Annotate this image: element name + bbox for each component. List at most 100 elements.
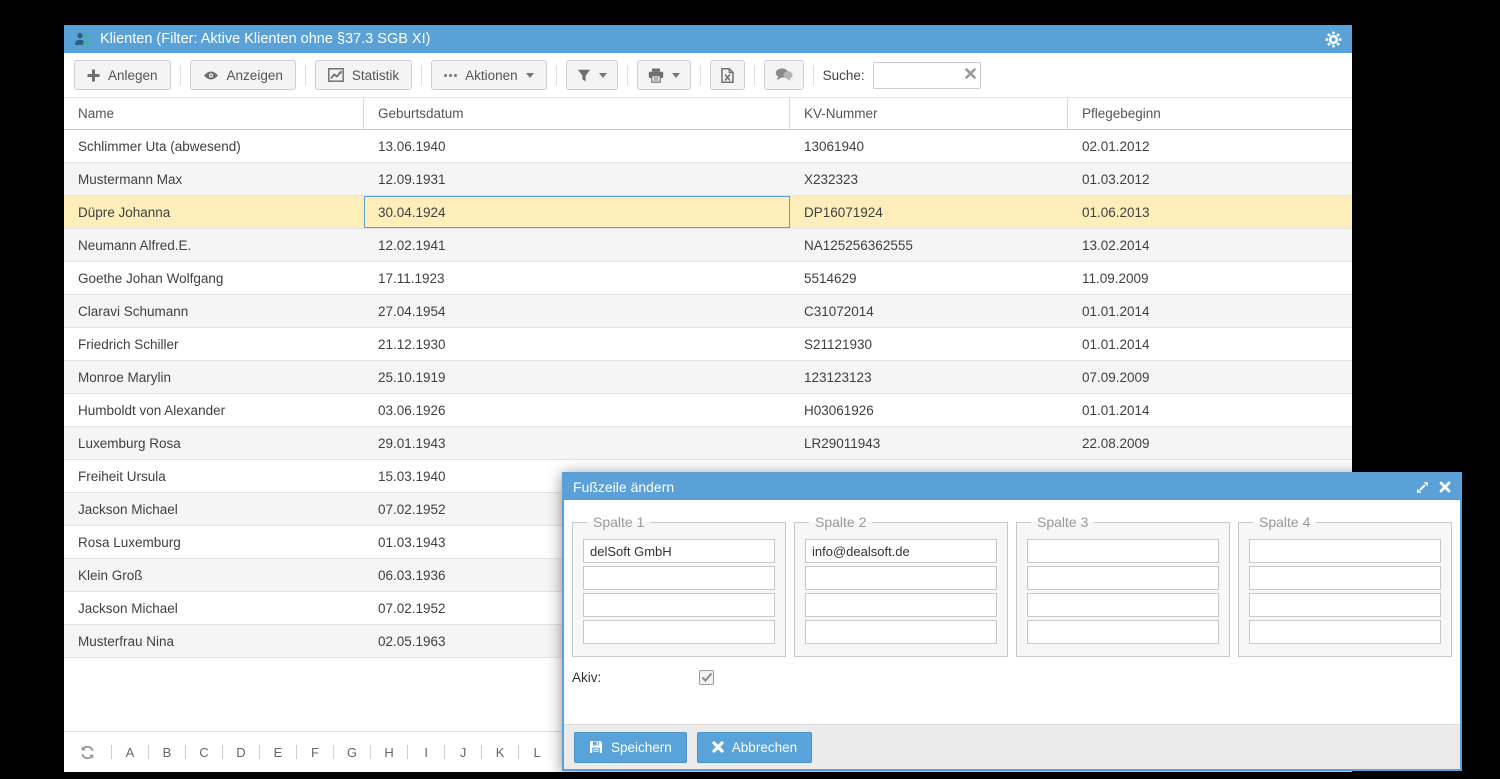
spalte2-zeile4-input[interactable] [805, 620, 997, 644]
spalte4-zeile3-input[interactable] [1249, 593, 1441, 617]
print-button[interactable] [637, 60, 691, 90]
spalte2-zeile1-input[interactable] [805, 539, 997, 563]
spalte1-zeile3-input[interactable] [583, 593, 775, 617]
cell-geburtsdatum[interactable]: 27.04.1954 [364, 295, 790, 327]
cell-kv[interactable]: DP16071924 [790, 196, 1068, 228]
cell-name[interactable]: Musterfrau Nina [64, 625, 364, 657]
cell-pflegebeginn[interactable]: 01.03.2012 [1068, 163, 1352, 195]
spalte3-zeile1-input[interactable] [1027, 539, 1219, 563]
table-row[interactable]: Neumann Alfred.E.12.02.1941NA12525636255… [64, 229, 1352, 262]
cell-kv[interactable]: 5514629 [790, 262, 1068, 294]
spalte3-zeile2-input[interactable] [1027, 566, 1219, 590]
cell-pflegebeginn[interactable]: 11.09.2009 [1068, 262, 1352, 294]
cell-name[interactable]: Düpre Johanna [64, 196, 364, 228]
column-header-pflegebeginn[interactable]: Pflegebeginn [1068, 98, 1352, 129]
expand-icon[interactable] [1416, 481, 1429, 494]
spalte4-zeile2-input[interactable] [1249, 566, 1441, 590]
cell-kv[interactable]: NA125256362555 [790, 229, 1068, 261]
export-button[interactable] [710, 60, 745, 90]
cell-name[interactable]: Claravi Schumann [64, 295, 364, 327]
cell-name[interactable]: Jackson Michael [64, 493, 364, 525]
table-row[interactable]: Luxemburg Rosa29.01.1943LR2901194322.08.… [64, 427, 1352, 460]
spalte2-zeile3-input[interactable] [805, 593, 997, 617]
gear-icon[interactable] [1325, 31, 1342, 48]
cell-geburtsdatum[interactable]: 30.04.1924 [364, 196, 790, 228]
letter-filter-G[interactable]: G [347, 745, 357, 760]
letter-filter-J[interactable]: J [458, 745, 468, 760]
table-row[interactable]: Schlimmer Uta (abwesend)13.06.1940130619… [64, 130, 1352, 163]
cell-kv[interactable]: S21121930 [790, 328, 1068, 360]
cell-pflegebeginn[interactable]: 07.09.2009 [1068, 361, 1352, 393]
table-row[interactable]: Goethe Johan Wolfgang17.11.1923551462911… [64, 262, 1352, 295]
cell-name[interactable]: Neumann Alfred.E. [64, 229, 364, 261]
cell-pflegebeginn[interactable]: 01.06.2013 [1068, 196, 1352, 228]
cell-pflegebeginn[interactable]: 02.01.2012 [1068, 130, 1352, 162]
speichern-button[interactable]: Speichern [574, 732, 687, 763]
letter-filter-F[interactable]: F [310, 745, 320, 760]
letter-filter-A[interactable]: A [125, 745, 135, 760]
cell-name[interactable]: Jackson Michael [64, 592, 364, 624]
cell-pflegebeginn[interactable]: 22.08.2009 [1068, 427, 1352, 459]
column-header-kv-nummer[interactable]: KV-Nummer [790, 98, 1068, 129]
cell-name[interactable]: Monroe Marylin [64, 361, 364, 393]
cell-name[interactable]: Friedrich Schiller [64, 328, 364, 360]
spalte1-zeile4-input[interactable] [583, 620, 775, 644]
letter-filter-I[interactable]: I [421, 745, 431, 760]
letter-filter-C[interactable]: C [199, 745, 209, 760]
cell-name[interactable]: Humboldt von Alexander [64, 394, 364, 426]
table-row[interactable]: Humboldt von Alexander03.06.1926H0306192… [64, 394, 1352, 427]
cell-geburtsdatum[interactable]: 12.09.1931 [364, 163, 790, 195]
cell-pflegebeginn[interactable]: 01.01.2014 [1068, 328, 1352, 360]
spalte1-zeile2-input[interactable] [583, 566, 775, 590]
table-row[interactable]: Claravi Schumann27.04.1954C3107201401.01… [64, 295, 1352, 328]
cell-geburtsdatum[interactable]: 03.06.1926 [364, 394, 790, 426]
spalte2-zeile2-input[interactable] [805, 566, 997, 590]
cell-pflegebeginn[interactable]: 13.02.2014 [1068, 229, 1352, 261]
cell-kv[interactable]: LR29011943 [790, 427, 1068, 459]
cell-kv[interactable]: 13061940 [790, 130, 1068, 162]
cell-name[interactable]: Rosa Luxemburg [64, 526, 364, 558]
spalte4-zeile1-input[interactable] [1249, 539, 1441, 563]
cell-name[interactable]: Freiheit Ursula [64, 460, 364, 492]
cell-pflegebeginn[interactable]: 01.01.2014 [1068, 394, 1352, 426]
cell-kv[interactable]: C31072014 [790, 295, 1068, 327]
cell-geburtsdatum[interactable]: 29.01.1943 [364, 427, 790, 459]
cell-geburtsdatum[interactable]: 12.02.1941 [364, 229, 790, 261]
letter-filter-B[interactable]: B [162, 745, 172, 760]
akiv-checkbox[interactable] [699, 670, 714, 685]
letter-filter-L[interactable]: L [532, 745, 542, 760]
cell-name[interactable]: Mustermann Max [64, 163, 364, 195]
aktionen-button[interactable]: Aktionen [431, 60, 547, 90]
cell-kv[interactable]: H03061926 [790, 394, 1068, 426]
cell-geburtsdatum[interactable]: 25.10.1919 [364, 361, 790, 393]
cell-name[interactable]: Schlimmer Uta (abwesend) [64, 130, 364, 162]
cell-name[interactable]: Klein Groß [64, 559, 364, 591]
table-row[interactable]: Friedrich Schiller21.12.1930S2112193001.… [64, 328, 1352, 361]
cell-geburtsdatum[interactable]: 21.12.1930 [364, 328, 790, 360]
cell-kv[interactable]: 123123123 [790, 361, 1068, 393]
column-header-name[interactable]: Name [64, 98, 364, 129]
statistik-button[interactable]: Statistik [315, 60, 412, 90]
cell-pflegebeginn[interactable]: 01.01.2014 [1068, 295, 1352, 327]
spalte3-zeile3-input[interactable] [1027, 593, 1219, 617]
filter-button[interactable] [566, 60, 618, 90]
cell-geburtsdatum[interactable]: 13.06.1940 [364, 130, 790, 162]
letter-filter-K[interactable]: K [495, 745, 505, 760]
letter-filter-D[interactable]: D [236, 745, 246, 760]
cell-kv[interactable]: X232323 [790, 163, 1068, 195]
refresh-icon[interactable] [80, 745, 95, 760]
chat-button[interactable] [764, 60, 804, 90]
spalte1-zeile1-input[interactable] [583, 539, 775, 563]
column-header-geburtsdatum[interactable]: Geburtsdatum [364, 98, 790, 129]
table-row[interactable]: Monroe Marylin25.10.191912312312307.09.2… [64, 361, 1352, 394]
table-row[interactable]: Mustermann Max12.09.1931X23232301.03.201… [64, 163, 1352, 196]
abbrechen-button[interactable]: Abbrechen [697, 732, 812, 763]
cell-name[interactable]: Goethe Johan Wolfgang [64, 262, 364, 294]
close-icon[interactable] [1439, 481, 1451, 493]
cell-name[interactable]: Luxemburg Rosa [64, 427, 364, 459]
clear-search-icon[interactable] [965, 68, 976, 79]
cell-geburtsdatum[interactable]: 17.11.1923 [364, 262, 790, 294]
table-row[interactable]: Düpre Johanna30.04.1924DP1607192401.06.2… [64, 196, 1352, 229]
letter-filter-E[interactable]: E [273, 745, 283, 760]
letter-filter-H[interactable]: H [384, 745, 394, 760]
